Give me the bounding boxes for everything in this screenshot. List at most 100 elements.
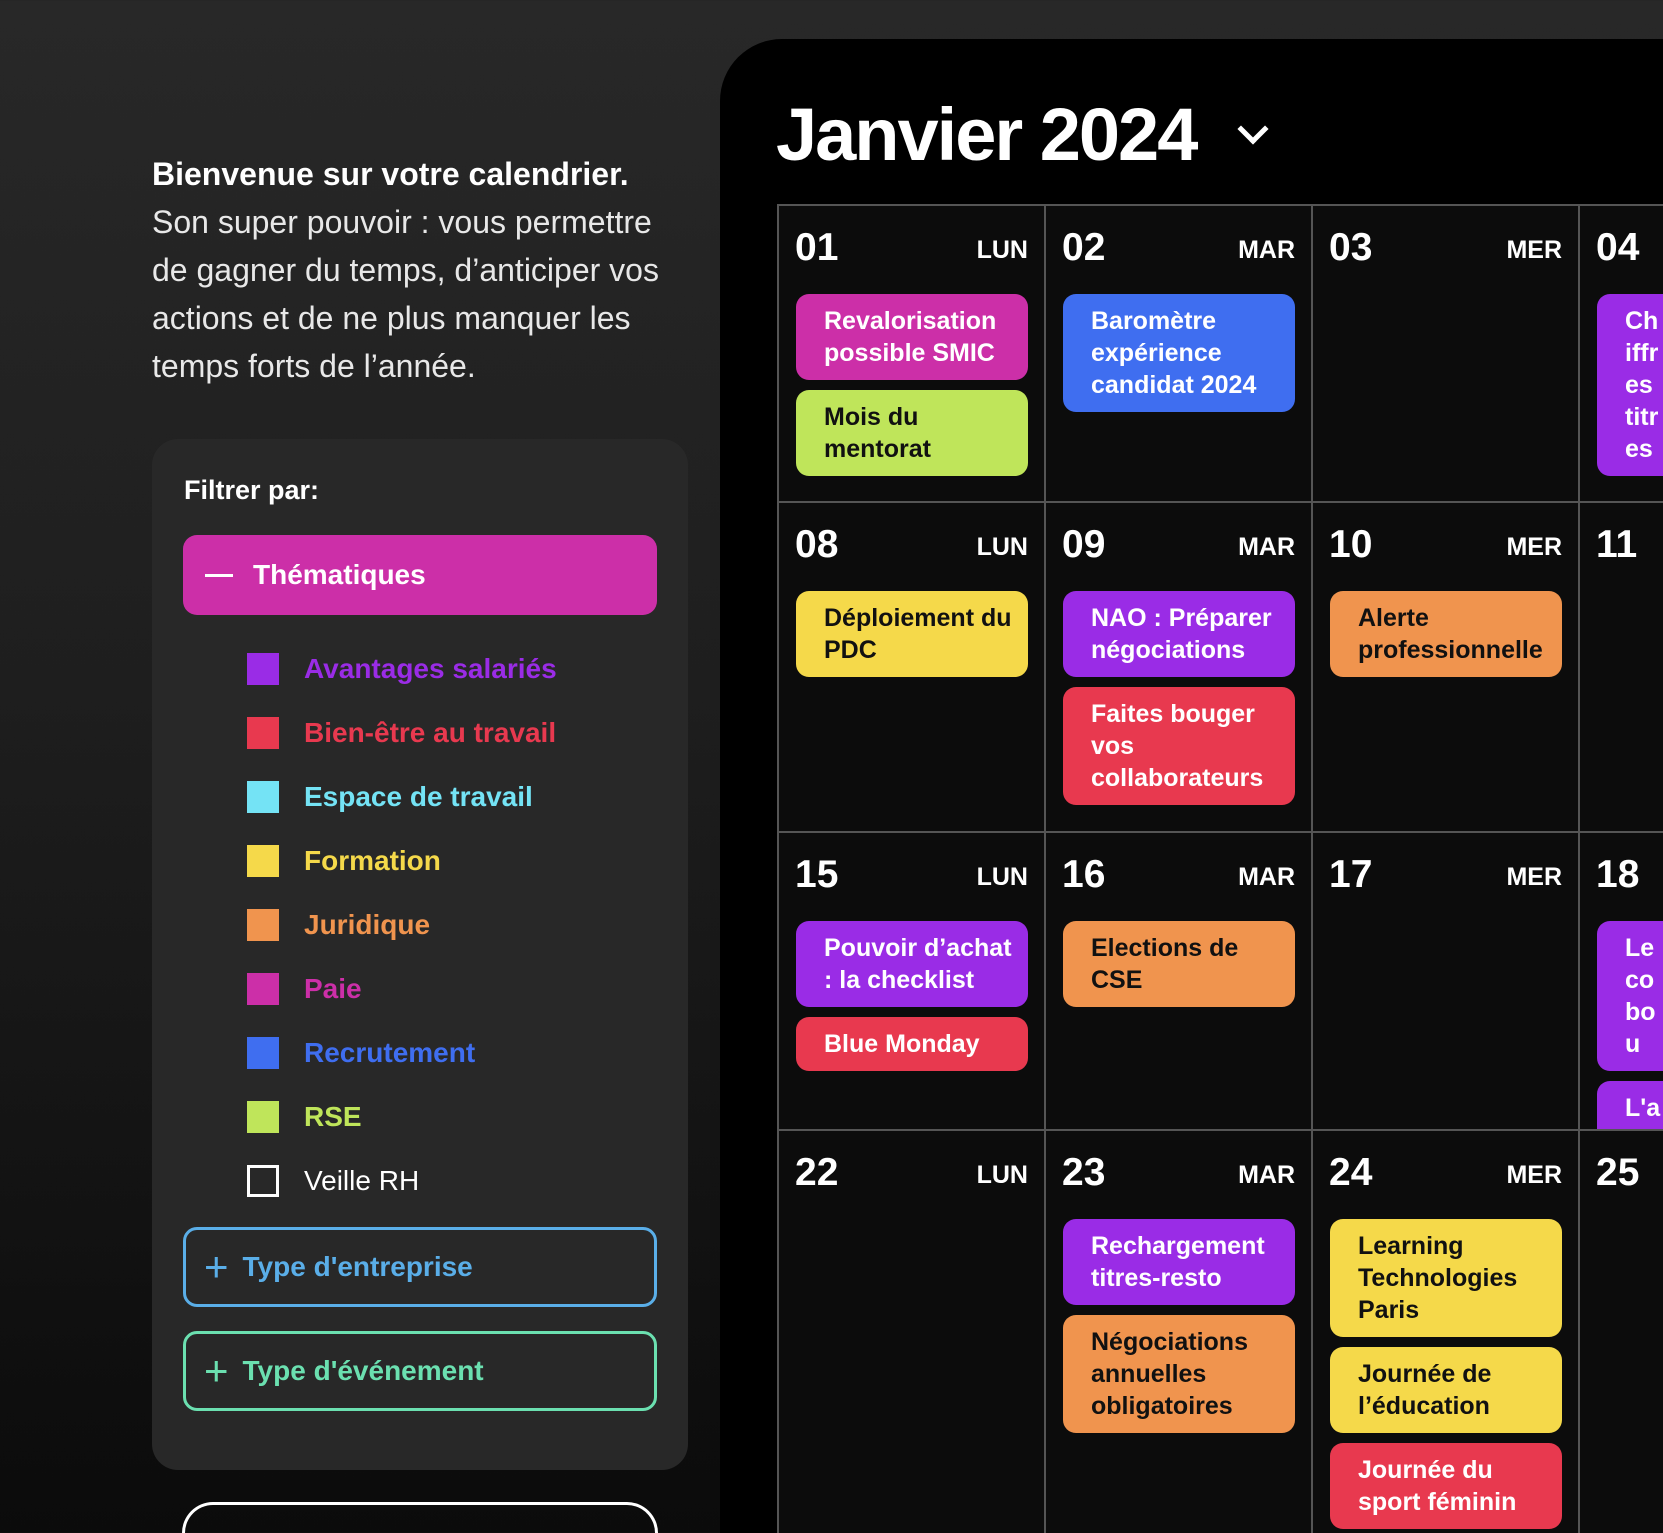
calendar-grid: 01 LUN Revalorisation possible SMIC Mois du… (777, 204, 1663, 1533)
day-number: 22 (795, 1151, 839, 1194)
plus-icon: + (204, 1243, 229, 1290)
event-chip[interactable]: Journée de l’éducation (1330, 1347, 1562, 1433)
event-chip[interactable]: Chiffres titres (1597, 294, 1663, 476)
day-number: 24 (1329, 1151, 1373, 1194)
category-filter[interactable]: RSE (247, 1085, 557, 1149)
event-chip[interactable]: Journée du sport féminin (1330, 1443, 1562, 1529)
day-number: 04 (1596, 226, 1640, 269)
day-cell[interactable]: 02 MAR Baromètre expérience candidat 2024 (1044, 204, 1311, 501)
event-chip[interactable]: Mois du mentorat (796, 390, 1028, 476)
type-evenement-label: Type d'événement (242, 1355, 484, 1386)
bottom-button[interactable] (182, 1502, 658, 1533)
intro-text: Bienvenue sur votre calendrier. Son supe… (152, 150, 692, 390)
day-cell[interactable]: 17 MER (1311, 831, 1578, 1129)
day-cell[interactable]: 09 MAR NAO : Préparer négociations Faites b… (1044, 501, 1311, 831)
weekday-label: LUN (976, 533, 1028, 561)
event-list: Learning Technologies Paris Journée de l’… (1330, 1219, 1562, 1529)
intro-body: Son super pouvoir : vous permettre de ga… (152, 204, 659, 384)
thematiques-label: Thématiques (253, 559, 426, 590)
event-chip[interactable]: Blue Monday (796, 1017, 1028, 1071)
event-chip[interactable]: Alerte professionnelle (1330, 591, 1562, 677)
category-filter[interactable]: Formation (247, 829, 557, 893)
event-chip[interactable]: Négociations annuelles obligatoires (1063, 1315, 1295, 1433)
day-cell[interactable]: 22 LUN (777, 1129, 1044, 1533)
day-cell[interactable]: 01 LUN Revalorisation possible SMIC Mois du… (777, 204, 1044, 501)
day-cell[interactable]: 10 MER Alerte professionnelle (1311, 501, 1578, 831)
event-chip[interactable]: Baromètre expérience candidat 2024 (1063, 294, 1295, 412)
day-number: 15 (795, 853, 839, 896)
category-filter[interactable]: Bien-être au travail (247, 701, 557, 765)
category-filter[interactable]: Recrutement (247, 1021, 557, 1085)
event-chip[interactable]: Rechargement titres-resto (1063, 1219, 1295, 1305)
event-chip[interactable]: Elections de CSE (1063, 921, 1295, 1007)
day-number: 10 (1329, 523, 1373, 566)
event-list: Baromètre expérience candidat 2024 (1063, 294, 1295, 412)
event-list: Alerte professionnelle (1330, 591, 1562, 677)
category-swatch-icon (247, 781, 279, 813)
day-cell[interactable]: 24 MER Learning Technologies Paris Journée … (1311, 1129, 1578, 1533)
category-swatch-icon (247, 1165, 279, 1197)
category-filter[interactable]: Veille RH (247, 1149, 557, 1213)
category-filter[interactable]: Avantages salariés (247, 637, 557, 701)
day-number: 02 (1062, 226, 1106, 269)
day-number: 23 (1062, 1151, 1106, 1194)
month-title: Janvier 2024 (776, 93, 1198, 176)
event-chip[interactable]: Pouvoir d’achat : la checklist (796, 921, 1028, 1007)
intro-title: Bienvenue sur votre calendrier. (152, 156, 629, 192)
weekday-label: LUN (976, 863, 1028, 891)
category-label: Espace de travail (304, 781, 533, 812)
day-cell[interactable]: 25 (1578, 1129, 1663, 1533)
event-chip[interactable]: Faites bouger vos collaborateurs (1063, 687, 1295, 805)
day-cell[interactable]: 18Le co bouL'ac (1578, 831, 1663, 1167)
day-cell[interactable]: 15 LUN Pouvoir d’achat : la checklist Blue … (777, 831, 1044, 1129)
category-filter[interactable]: Paie (247, 957, 557, 1021)
minus-icon (205, 573, 233, 577)
day-cell[interactable]: 04 Chiffres titres (1578, 204, 1663, 501)
event-list: Rechargement titres-resto Négociations an… (1063, 1219, 1295, 1433)
chevron-down-icon (1237, 112, 1269, 145)
category-label: Paie (304, 973, 362, 1004)
weekday-label: LUN (976, 236, 1028, 264)
day-number: 17 (1329, 853, 1373, 896)
plus-icon: + (204, 1347, 229, 1394)
day-cell[interactable]: 23 MAR Rechargement titres-resto Négociatio… (1044, 1129, 1311, 1533)
weekday-label: MER (1506, 863, 1562, 891)
event-list: Elections de CSE (1063, 921, 1295, 1007)
type-entreprise-button[interactable]: + Type d'entreprise (183, 1227, 657, 1307)
thematiques-toggle[interactable]: Thématiques (183, 535, 657, 615)
month-selector[interactable]: Janvier 2024 (776, 92, 1269, 177)
category-label: RSE (304, 1101, 362, 1132)
event-list: Pouvoir d’achat : la checklist Blue Monda… (796, 921, 1028, 1071)
day-cell[interactable]: 03 MER (1311, 204, 1578, 501)
category-filter[interactable]: Juridique (247, 893, 557, 957)
event-chip[interactable]: Déploiement du PDC (796, 591, 1028, 677)
day-number: 25 (1596, 1151, 1640, 1194)
weekday-label: MAR (1238, 1161, 1295, 1189)
weekday-label: MAR (1238, 863, 1295, 891)
category-swatch-icon (247, 1037, 279, 1069)
category-label: Juridique (304, 909, 431, 940)
event-chip[interactable]: Revalorisation possible SMIC (796, 294, 1028, 380)
filter-panel: Filtrer par: Thématiques Avantages salar… (152, 439, 688, 1470)
category-filter[interactable]: Espace de travail (247, 765, 557, 829)
weekday-label: MER (1506, 236, 1562, 264)
day-number: 03 (1329, 226, 1373, 269)
category-swatch-icon (247, 845, 279, 877)
day-cell[interactable]: 16 MAR Elections de CSE (1044, 831, 1311, 1129)
event-chip[interactable]: Learning Technologies Paris (1330, 1219, 1562, 1337)
category-label: Avantages salariés (304, 653, 557, 684)
weekday-label: MAR (1238, 236, 1295, 264)
category-swatch-icon (247, 909, 279, 941)
event-chip[interactable]: Le co bou (1597, 921, 1663, 1071)
day-number: 11 (1596, 523, 1638, 566)
day-number: 16 (1062, 853, 1106, 896)
day-number: 18 (1596, 853, 1640, 896)
day-cell[interactable]: 08 LUN Déploiement du PDC (777, 501, 1044, 831)
day-cell[interactable]: 11 (1578, 501, 1663, 831)
event-list: Chiffres titres (1597, 294, 1663, 476)
type-evenement-button[interactable]: + Type d'événement (183, 1331, 657, 1411)
category-swatch-icon (247, 653, 279, 685)
event-chip[interactable]: NAO : Préparer négociations (1063, 591, 1295, 677)
category-swatch-icon (247, 717, 279, 749)
day-number: 08 (795, 523, 839, 566)
